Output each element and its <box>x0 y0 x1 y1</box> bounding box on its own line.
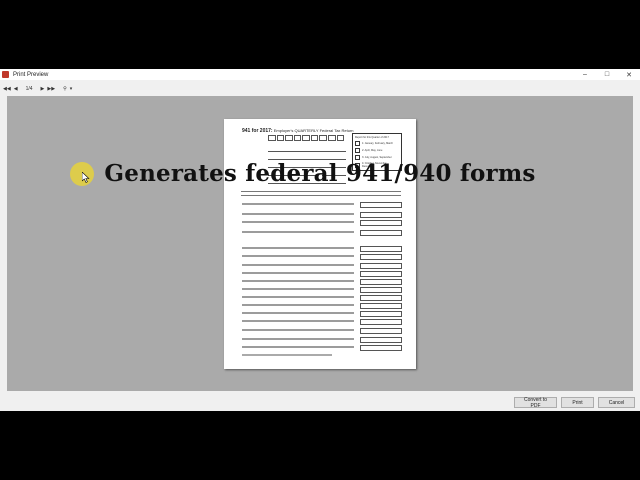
name-field <box>268 146 346 152</box>
form-line <box>242 345 402 351</box>
maximize-icon[interactable]: □ <box>596 69 618 80</box>
zoom-icon[interactable]: ⚲ <box>63 86 67 92</box>
quarter-header: Report for this Quarter of 2017 <box>355 136 389 139</box>
divider <box>241 195 401 196</box>
form-line <box>242 337 402 343</box>
mouse-pointer-icon <box>82 172 90 183</box>
minimize-icon[interactable]: – <box>574 69 596 80</box>
quarter-2: 2: April, May, June <box>355 148 399 153</box>
title-bar: Print Preview – □ ✕ <box>0 69 640 80</box>
form-line <box>242 311 402 317</box>
form-line <box>242 295 402 301</box>
form-page: 941 for 2017: Employer's QUARTERLY Feder… <box>224 119 416 369</box>
close-icon[interactable]: ✕ <box>618 69 640 80</box>
window-title: Print Preview <box>13 71 49 78</box>
print-button[interactable]: Print <box>561 397 594 408</box>
cancel-button[interactable]: Cancel <box>598 397 635 408</box>
preview-area[interactable]: 941 for 2017: Employer's QUARTERLY Feder… <box>7 96 633 391</box>
form-line <box>242 254 402 260</box>
divider <box>241 191 401 192</box>
convert-to-pdf-button[interactable]: Convert to PDF <box>514 397 557 409</box>
form-line <box>242 328 402 334</box>
video-caption: Generates federal 941/940 forms <box>104 160 536 187</box>
form-line <box>242 220 402 226</box>
form-line <box>242 279 402 285</box>
form-title: 941 for 2017: Employer's QUARTERLY Feder… <box>242 128 354 134</box>
form-footer <box>242 354 332 356</box>
form-line <box>242 287 402 293</box>
quarter-1: 1: January, February, March <box>355 141 399 146</box>
form-line <box>242 271 402 277</box>
zoom-dropdown-icon[interactable]: ▾ <box>70 86 73 92</box>
form-line <box>242 246 402 252</box>
app-icon <box>2 71 9 78</box>
form-line <box>242 263 402 269</box>
first-page-icon[interactable]: ◀◀ <box>3 86 11 92</box>
print-preview-window: Print Preview – □ ✕ ◀◀ ◀ 1/4 ▶ ▶▶ ⚲ ▾ 94… <box>0 69 640 411</box>
next-page-icon[interactable]: ▶ <box>41 86 45 92</box>
form-line <box>242 303 402 309</box>
preview-toolbar: ◀◀ ◀ 1/4 ▶ ▶▶ ⚲ ▾ <box>0 84 640 94</box>
page-indicator[interactable]: 1/4 <box>26 86 33 92</box>
form-line <box>242 230 402 236</box>
form-line <box>242 212 402 218</box>
last-page-icon[interactable]: ▶▶ <box>47 86 55 92</box>
form-line <box>242 319 402 325</box>
form-line <box>242 202 402 208</box>
prev-page-icon[interactable]: ◀ <box>14 86 18 92</box>
ein-boxes <box>268 135 345 141</box>
